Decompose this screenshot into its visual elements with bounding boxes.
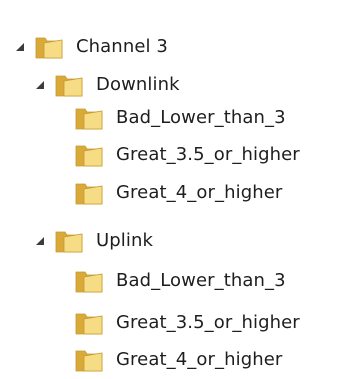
folder-icon: [74, 142, 104, 168]
folder-icon: [74, 347, 104, 373]
expanded-triangle-icon[interactable]: [14, 41, 26, 53]
folder-icon: [54, 72, 84, 98]
expanded-triangle-icon[interactable]: [34, 79, 46, 91]
tree-node-downlink-bad-lower-than-3[interactable]: Bad_Lower_than_3: [74, 99, 286, 137]
tree-node-label: Channel 3: [76, 36, 168, 57]
folder-icon: [74, 180, 104, 206]
tree-node-label: Great_3.5_or_higher: [116, 312, 300, 333]
tree-node-channel-3[interactable]: Channel 3: [14, 28, 168, 66]
folder-icon: [54, 228, 84, 254]
expanded-triangle-icon[interactable]: [34, 235, 46, 247]
folder-icon: [34, 34, 64, 60]
tree-node-label: Bad_Lower_than_3: [116, 107, 286, 128]
folder-icon: [74, 105, 104, 131]
tree-node-downlink-great-4-or-higher[interactable]: Great_4_or_higher: [74, 174, 282, 212]
folder-tree: Channel 3 Downlink Bad_Lower_than_3 Grea…: [0, 0, 348, 379]
folder-icon: [74, 268, 104, 294]
tree-node-uplink-bad-lower-than-3[interactable]: Bad_Lower_than_3: [74, 262, 286, 300]
tree-node-uplink-great-4-or-higher[interactable]: Great_4_or_higher: [74, 341, 282, 379]
tree-node-label: Bad_Lower_than_3: [116, 270, 286, 291]
tree-node-label: Great_4_or_higher: [116, 182, 283, 203]
folder-icon: [74, 310, 104, 336]
tree-node-label: Uplink: [96, 230, 154, 251]
tree-node-uplink[interactable]: Uplink: [34, 222, 153, 260]
tree-node-downlink-great-3-5-or-higher[interactable]: Great_3.5_or_higher: [74, 136, 300, 174]
tree-node-label: Great_3.5_or_higher: [116, 144, 300, 165]
tree-node-label: Great_4_or_higher: [116, 349, 283, 370]
tree-node-uplink-great-3-5-or-higher[interactable]: Great_3.5_or_higher: [74, 304, 300, 342]
